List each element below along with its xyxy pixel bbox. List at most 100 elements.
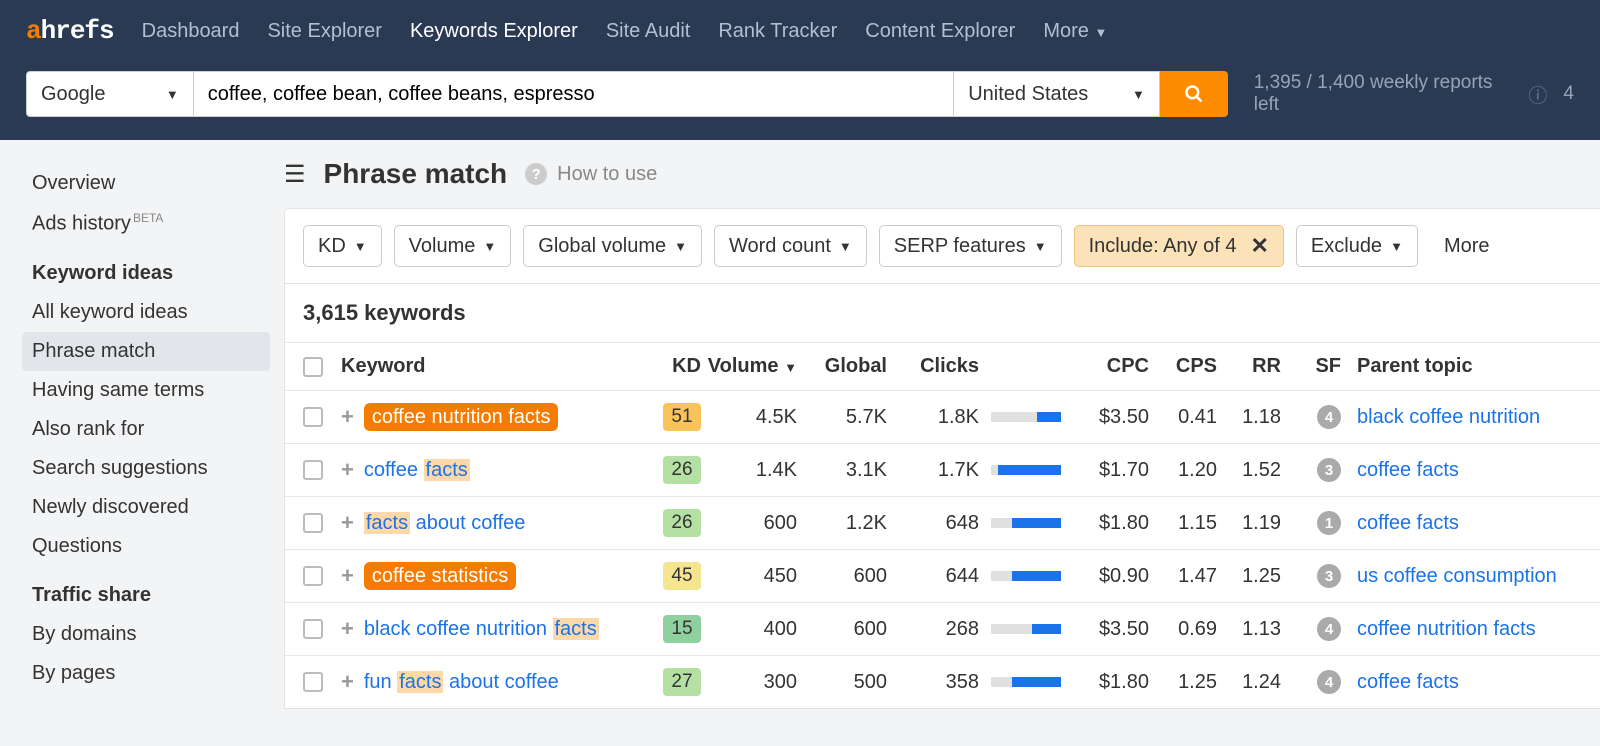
col-parent[interactable]: Parent topic <box>1343 355 1600 378</box>
sidebar-item-ads-history[interactable]: Ads historyBETA <box>22 203 270 244</box>
logo[interactable]: ahrefs <box>26 16 114 46</box>
keyword-link[interactable]: facts about coffee <box>364 512 526 535</box>
cell-cpc: $1.70 <box>1063 459 1149 482</box>
col-clicks[interactable]: Clicks <box>889 355 979 378</box>
parent-topic-link[interactable]: coffee facts <box>1357 459 1459 481</box>
filter-global-volume[interactable]: Global volume ▼ <box>523 225 702 267</box>
parent-topic-link[interactable]: coffee facts <box>1357 671 1459 693</box>
sidebar-heading-traffic-share: Traffic share <box>22 566 270 615</box>
cell-volume: 400 <box>703 618 797 641</box>
filter-more[interactable]: More <box>1430 225 1504 267</box>
nav-content-explorer[interactable]: Content Explorer <box>865 20 1015 43</box>
keyword-link[interactable]: coffee facts <box>364 459 470 482</box>
col-cpc[interactable]: CPC <box>1063 355 1149 378</box>
col-sf[interactable]: SF <box>1283 355 1341 378</box>
keyword-link[interactable]: black coffee nutrition facts <box>364 618 599 641</box>
how-to-use-link[interactable]: ? How to use <box>525 163 657 186</box>
sidebar-item-questions[interactable]: Questions <box>22 527 270 566</box>
sidebar-item-newly-discovered[interactable]: Newly discovered <box>22 488 270 527</box>
chevron-down-icon: ▼ <box>1132 87 1145 102</box>
parent-topic-link[interactable]: coffee nutrition facts <box>1357 618 1536 640</box>
sidebar-item-also-rank-for[interactable]: Also rank for <box>22 410 270 449</box>
expand-icon[interactable]: + <box>341 457 354 483</box>
clicks-bar <box>991 677 1061 687</box>
table-row: +coffee facts261.4K3.1K1.7K$1.701.201.52… <box>285 443 1600 496</box>
sidebar-item-phrase-match[interactable]: Phrase match <box>22 332 270 371</box>
help-icon[interactable]: ⓘ <box>1528 81 1547 108</box>
expand-icon[interactable]: + <box>341 563 354 589</box>
row-checkbox[interactable] <box>303 513 323 533</box>
cell-global: 5.7K <box>799 406 887 429</box>
cell-clicks: 268 <box>889 618 979 641</box>
row-checkbox[interactable] <box>303 672 323 692</box>
row-checkbox[interactable] <box>303 460 323 480</box>
filter-volume[interactable]: Volume ▼ <box>394 225 512 267</box>
sidebar-item-by-domains[interactable]: By domains <box>22 615 270 654</box>
keyword-link[interactable]: coffee nutrition facts <box>364 406 559 429</box>
nav-keywords-explorer[interactable]: Keywords Explorer <box>410 20 578 43</box>
col-keyword[interactable]: Keyword <box>341 355 631 378</box>
sidebar-item-all-keyword-ideas[interactable]: All keyword ideas <box>22 293 270 332</box>
kd-badge: 27 <box>663 668 701 696</box>
cell-rr: 1.52 <box>1219 459 1281 482</box>
nav-site-audit[interactable]: Site Audit <box>606 20 691 43</box>
search-button[interactable] <box>1160 71 1228 117</box>
table-row: +fun facts about coffee27300500358$1.801… <box>285 655 1600 708</box>
clicks-bar <box>991 624 1061 634</box>
filter-serp-features[interactable]: SERP features ▼ <box>879 225 1062 267</box>
country-label: United States <box>968 83 1088 106</box>
close-icon[interactable]: ✕ <box>1250 233 1268 259</box>
keyword-search-input[interactable] <box>194 71 955 117</box>
cell-global: 500 <box>799 671 887 694</box>
col-rr[interactable]: RR <box>1219 355 1281 378</box>
sidebar-item-overview[interactable]: Overview <box>22 164 270 203</box>
parent-topic-link[interactable]: black coffee nutrition <box>1357 406 1540 428</box>
col-kd[interactable]: KD <box>633 355 701 378</box>
expand-icon[interactable]: + <box>341 404 354 430</box>
nav-site-explorer[interactable]: Site Explorer <box>267 20 382 43</box>
filter-word-count[interactable]: Word count ▼ <box>714 225 867 267</box>
filter-bar: KD ▼ Volume ▼ Global volume ▼ Word count ▼ S… <box>284 208 1600 284</box>
chevron-down-icon: ▼ <box>354 239 367 254</box>
table-row: +black coffee nutrition facts15400600268… <box>285 602 1600 655</box>
keyword-link[interactable]: fun facts about coffee <box>364 671 559 694</box>
select-all-checkbox[interactable] <box>303 357 323 377</box>
filter-include[interactable]: Include: Any of 4 ✕ <box>1074 225 1284 267</box>
row-checkbox[interactable] <box>303 407 323 427</box>
expand-icon[interactable]: + <box>341 616 354 642</box>
row-checkbox[interactable] <box>303 619 323 639</box>
col-cps[interactable]: CPS <box>1151 355 1217 378</box>
kd-badge: 15 <box>663 615 701 643</box>
table-row: +coffee statistics45450600644$0.901.471.… <box>285 549 1600 602</box>
nav-dashboard[interactable]: Dashboard <box>142 20 240 43</box>
cell-cps: 1.47 <box>1151 565 1217 588</box>
sf-badge: 1 <box>1317 511 1341 535</box>
sidebar-item-by-pages[interactable]: By pages <box>22 654 270 693</box>
expand-icon[interactable]: + <box>341 510 354 536</box>
col-volume[interactable]: Volume ▼ <box>703 355 797 378</box>
row-checkbox[interactable] <box>303 566 323 586</box>
cell-rr: 1.24 <box>1219 671 1281 694</box>
nav-rank-tracker[interactable]: Rank Tracker <box>718 20 837 43</box>
filter-kd[interactable]: KD ▼ <box>303 225 382 267</box>
parent-topic-link[interactable]: coffee facts <box>1357 512 1459 534</box>
menu-icon[interactable]: ☰ <box>284 160 306 189</box>
sf-badge: 3 <box>1317 458 1341 482</box>
cell-cps: 0.41 <box>1151 406 1217 429</box>
keyword-link[interactable]: coffee statistics <box>364 565 516 588</box>
sidebar-item-having-same-terms[interactable]: Having same terms <box>22 371 270 410</box>
cell-volume: 450 <box>703 565 797 588</box>
sidebar-item-search-suggestions[interactable]: Search suggestions <box>22 449 270 488</box>
col-global[interactable]: Global <box>799 355 887 378</box>
filter-exclude[interactable]: Exclude▼ <box>1296 225 1418 267</box>
search-bar: Google ▼ United States ▼ 1,395 / 1,400 w… <box>0 62 1600 140</box>
keyword-count: 3,615 keywords <box>284 284 1600 342</box>
parent-topic-link[interactable]: us coffee consumption <box>1357 565 1557 587</box>
chevron-down-icon: ▼ <box>483 239 496 254</box>
expand-icon[interactable]: + <box>341 669 354 695</box>
search-engine-select[interactable]: Google ▼ <box>26 71 194 117</box>
kd-badge: 51 <box>663 403 701 431</box>
nav-more[interactable]: More ▼ <box>1043 20 1107 43</box>
help-icon: ? <box>525 163 547 185</box>
country-select[interactable]: United States ▼ <box>954 71 1160 117</box>
